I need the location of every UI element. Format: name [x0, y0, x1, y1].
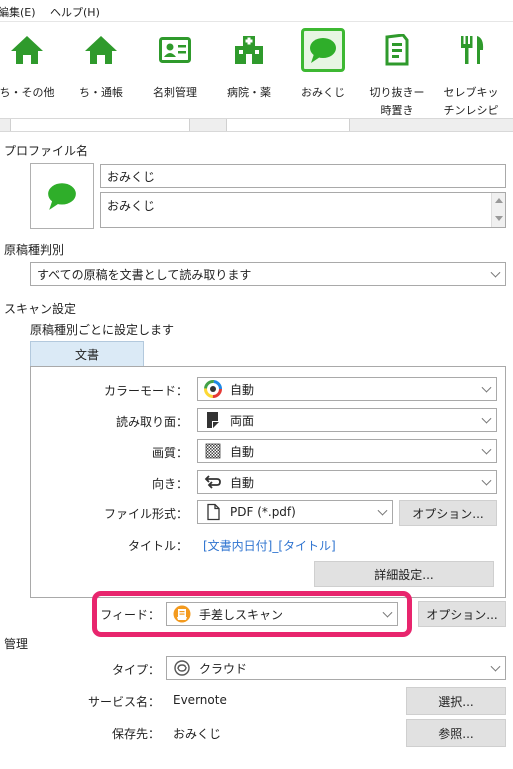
- destination-label: 保存先：: [111, 727, 160, 741]
- profile-name-value: おみくじ: [107, 169, 156, 184]
- manage-label: 管理: [4, 637, 29, 651]
- orientation-select[interactable]: 自動: [197, 470, 497, 494]
- home-icon: [9, 32, 45, 68]
- toolbar-item-label: セレブキッ チンレシピ: [443, 86, 499, 117]
- toolbar-item-label: ち・通帳: [79, 86, 123, 99]
- chevron-down-icon: [382, 607, 393, 618]
- toolbar-item-home-other[interactable]: ち・その他: [0, 26, 64, 116]
- chevron-down-icon: [481, 475, 492, 486]
- color-mode-label: カラーモード：: [103, 384, 188, 398]
- menu-help[interactable]: ヘルプ(H): [50, 4, 100, 20]
- title-label: タイトル：: [127, 539, 188, 553]
- feed-options-label: オプション...: [426, 607, 498, 622]
- clipping-icon: [379, 32, 415, 68]
- toolbar-item-label: 名刺管理: [153, 86, 197, 99]
- file-format-select[interactable]: PDF (*.pdf): [197, 500, 393, 524]
- orientation-value: 自動: [230, 475, 255, 490]
- toolbar-item-home-passbook[interactable]: ち・通帳: [64, 26, 138, 116]
- service-name-label: サービス名：: [87, 695, 160, 709]
- toolbar-item-label: 切り抜きー 時置き: [369, 86, 425, 117]
- menu-edit[interactable]: 編集(E): [0, 4, 36, 20]
- menu-bar: 編集(E) ヘルプ(H): [0, 0, 513, 22]
- quality-select[interactable]: 自動: [197, 439, 497, 463]
- profile-toolbar: ち・その他 ち・通帳 名刺管理 病院・薬 おみくじ 切り抜きー 時置き セレブキ…: [0, 22, 513, 118]
- file-icon: [207, 503, 220, 521]
- tab-document[interactable]: 文書: [30, 341, 144, 367]
- rotate-icon: [204, 475, 221, 489]
- feed-options-button[interactable]: オプション...: [418, 601, 506, 627]
- service-name-value: Evernote: [173, 693, 227, 707]
- orientation-label: 向き：: [151, 477, 188, 491]
- file-format-options-button[interactable]: オプション...: [399, 500, 497, 526]
- doc-type-value: すべての原稿を文書として読み取ります: [37, 267, 252, 282]
- chevron-down-icon: [490, 661, 501, 672]
- select-service-label: 選択...: [438, 694, 474, 709]
- toolbar-item-recipes[interactable]: セレブキッ チンレシピ: [434, 26, 508, 117]
- doc-type-label: 原稿種判別: [4, 243, 65, 257]
- color-mode-select[interactable]: 自動: [197, 377, 497, 401]
- profile-icon-box[interactable]: [30, 163, 94, 229]
- scan-side-label: 読み取り面：: [115, 415, 188, 429]
- home-icon: [83, 32, 119, 68]
- feed-select[interactable]: 手差しスキャン: [166, 602, 398, 626]
- quality-label: 画質：: [151, 446, 188, 460]
- details-settings-label: 詳細設定...: [374, 567, 434, 582]
- file-format-options-label: オプション...: [412, 506, 484, 521]
- chevron-down-icon: [481, 382, 492, 393]
- toolbar-item-hospital[interactable]: 病院・薬: [212, 26, 286, 116]
- scan-side-value: 両面: [230, 413, 255, 428]
- hospital-icon: [231, 32, 267, 68]
- chevron-down-icon: [490, 267, 501, 278]
- scan-side-select[interactable]: 両面: [197, 408, 497, 432]
- feed-label: フィード：: [100, 608, 160, 622]
- destination-value: おみくじ: [173, 727, 222, 741]
- file-format-value: PDF (*.pdf): [230, 505, 296, 519]
- fork-knife-icon: [453, 32, 489, 68]
- comment-scrollbar[interactable]: [491, 193, 505, 227]
- scan-settings-label: スキャン設定: [4, 302, 77, 316]
- cloud-sync-icon: [174, 660, 190, 676]
- toolbar-item-label: おみくじ: [301, 86, 345, 99]
- toolbar-item-business-cards[interactable]: 名刺管理: [138, 26, 212, 116]
- toolbar-scroll-strip: [0, 118, 513, 132]
- profile-comment-value: おみくじ: [107, 199, 156, 213]
- color-wheel-icon: [204, 380, 222, 398]
- chevron-down-icon: [481, 444, 492, 455]
- scroll-up-icon[interactable]: [495, 198, 503, 203]
- toolbar-item-omikuji[interactable]: おみくじ: [286, 26, 360, 116]
- browse-destination-button[interactable]: 参照...: [406, 719, 506, 747]
- browse-destination-label: 参照...: [438, 726, 474, 741]
- strip-tab: [226, 119, 350, 131]
- scan-settings-sublabel: 原稿種別ごとに設定します: [30, 323, 175, 337]
- business-card-icon: [157, 32, 193, 68]
- toolbar-item-label: 病院・薬: [227, 86, 271, 99]
- file-format-label: ファイル形式：: [103, 507, 188, 521]
- feed-value: 手差しスキャン: [199, 607, 284, 622]
- profile-comment-field[interactable]: おみくじ: [100, 192, 506, 228]
- select-service-button[interactable]: 選択...: [406, 687, 506, 715]
- manual-feed-icon: [173, 605, 191, 623]
- toolbar-item-label: ち・その他: [0, 86, 55, 99]
- chevron-down-icon: [377, 505, 388, 516]
- strip-tab: [10, 119, 190, 131]
- toolbar-item-clippings[interactable]: 切り抜きー 時置き: [360, 26, 434, 117]
- details-settings-button[interactable]: 詳細設定...: [314, 561, 494, 587]
- type-select[interactable]: クラウド: [166, 656, 506, 680]
- speech-bubble-icon: [301, 28, 345, 72]
- title-link[interactable]: [文書内日付]_[タイトル]: [203, 537, 336, 554]
- speech-bubble-icon: [48, 183, 76, 210]
- quality-value: 自動: [230, 444, 255, 459]
- type-label: タイプ：: [111, 663, 160, 677]
- color-mode-value: 自動: [230, 382, 255, 397]
- chevron-down-icon: [481, 413, 492, 424]
- profile-name-field[interactable]: おみくじ: [100, 164, 506, 188]
- type-value: クラウド: [199, 661, 248, 676]
- doc-type-select[interactable]: すべての原稿を文書として読み取ります: [30, 262, 506, 286]
- profile-name-label: プロファイル名: [4, 144, 89, 158]
- resolution-grid-icon: [205, 443, 221, 459]
- tab-document-label: 文書: [74, 348, 99, 362]
- duplex-page-icon: [207, 412, 219, 428]
- scroll-down-icon[interactable]: [495, 216, 503, 221]
